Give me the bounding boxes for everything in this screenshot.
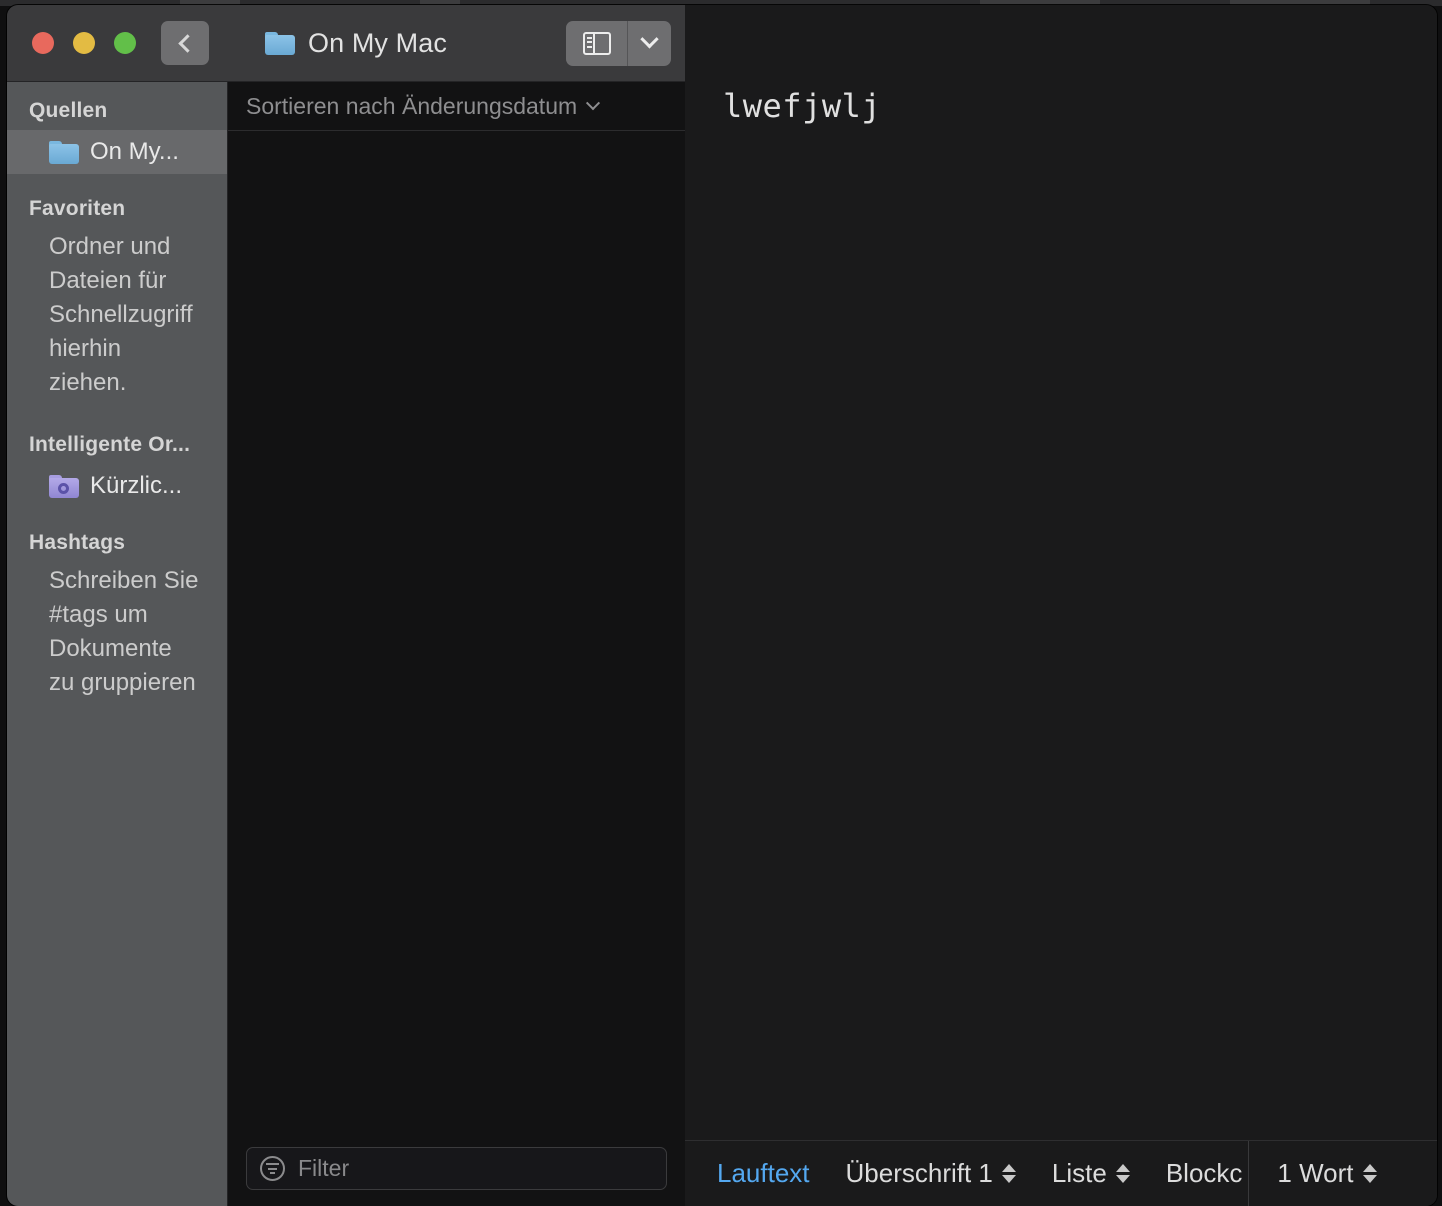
- document-editor[interactable]: lwefjwlj: [685, 5, 1437, 1140]
- document-text[interactable]: lwefjwlj: [723, 87, 1437, 125]
- filter-icon: [260, 1156, 285, 1181]
- list-style-label: Liste: [1052, 1158, 1107, 1189]
- blockquote-select[interactable]: Blockc: [1166, 1158, 1243, 1189]
- hashtags-empty-hint: Schreiben Sie #tags um Dokumente zu grup…: [7, 562, 227, 710]
- library-pane: On My Mac Quellen On My...: [7, 5, 685, 1206]
- app-window: On My Mac Quellen On My...: [7, 5, 1437, 1206]
- style-lauftext-button[interactable]: Lauftext: [717, 1158, 810, 1189]
- filter-bar: Filter: [228, 1131, 685, 1206]
- chevron-down-icon: [640, 30, 658, 48]
- layout-menu-button[interactable]: [628, 21, 671, 66]
- stepper-updown-icon: [1363, 1164, 1377, 1183]
- purple-smart-folder-icon: [49, 475, 79, 498]
- sidebar-section-intelligente-ordner: Intelligente Or...: [7, 428, 227, 464]
- close-button[interactable]: [32, 32, 54, 54]
- heading-level-label: Überschrift 1: [846, 1158, 993, 1189]
- word-count-label: 1 Wort: [1277, 1158, 1353, 1189]
- sidebar-spacer: [7, 410, 227, 428]
- sidebar-toggle-button[interactable]: [566, 21, 628, 66]
- stepper-updown-icon: [1002, 1164, 1016, 1183]
- sidebar-panel-icon: [583, 32, 611, 55]
- sidebar[interactable]: Quellen On My... Favoriten Ordner und Da…: [7, 82, 228, 1206]
- sort-order-button[interactable]: Sortieren nach Änderungsdatum: [228, 82, 685, 131]
- sort-order-label: Sortieren nach Änderungsdatum: [246, 93, 577, 120]
- sidebar-item-kuerzlich[interactable]: Kürzlic...: [7, 464, 227, 508]
- sidebar-section-favoriten: Favoriten: [7, 192, 227, 228]
- style-lauftext-label: Lauftext: [717, 1158, 810, 1189]
- sidebar-section-hashtags: Hashtags: [7, 526, 227, 562]
- sidebar-item-label: Kürzlic...: [90, 472, 182, 500]
- note-list[interactable]: [228, 131, 685, 1131]
- chevron-down-icon: [586, 96, 600, 110]
- word-count-select[interactable]: 1 Wort: [1249, 1158, 1376, 1189]
- sidebar-spacer: [7, 174, 227, 192]
- editor-status-bar: Lauftext Überschrift 1 Liste Blockc 1 Wo…: [685, 1140, 1437, 1206]
- sidebar-section-quellen: Quellen: [7, 94, 227, 130]
- blue-folder-icon: [49, 141, 79, 164]
- favoriten-empty-hint: Ordner und Dateien für Schnellzugriff hi…: [7, 228, 227, 410]
- sidebar-item-label: On My...: [90, 138, 179, 166]
- filter-placeholder: Filter: [298, 1155, 349, 1182]
- layout-toggle-group[interactable]: [566, 21, 671, 66]
- sidebar-item-on-my-mac[interactable]: On My...: [7, 130, 227, 174]
- stepper-updown-icon: [1116, 1164, 1130, 1183]
- list-style-select[interactable]: Liste: [1052, 1158, 1130, 1189]
- back-button[interactable]: [161, 21, 209, 65]
- filter-field[interactable]: Filter: [246, 1147, 667, 1190]
- window-titlebar: On My Mac: [7, 5, 685, 82]
- page-title: On My Mac: [308, 28, 447, 59]
- heading-level-select[interactable]: Überschrift 1: [846, 1158, 1016, 1189]
- minimize-button[interactable]: [73, 32, 95, 54]
- blue-folder-icon: [265, 32, 295, 55]
- note-list-column: Sortieren nach Änderungsdatum Filter: [228, 82, 685, 1206]
- chevron-left-icon: [178, 34, 196, 52]
- blockquote-label: Blockc: [1166, 1158, 1243, 1189]
- zoom-button[interactable]: [114, 32, 136, 54]
- editor-pane: lwefjwlj Lauftext Überschrift 1 Liste Bl…: [685, 5, 1437, 1206]
- sidebar-spacer: [7, 508, 227, 526]
- traffic-light-group: [32, 32, 136, 54]
- window-title-group: On My Mac: [265, 28, 447, 59]
